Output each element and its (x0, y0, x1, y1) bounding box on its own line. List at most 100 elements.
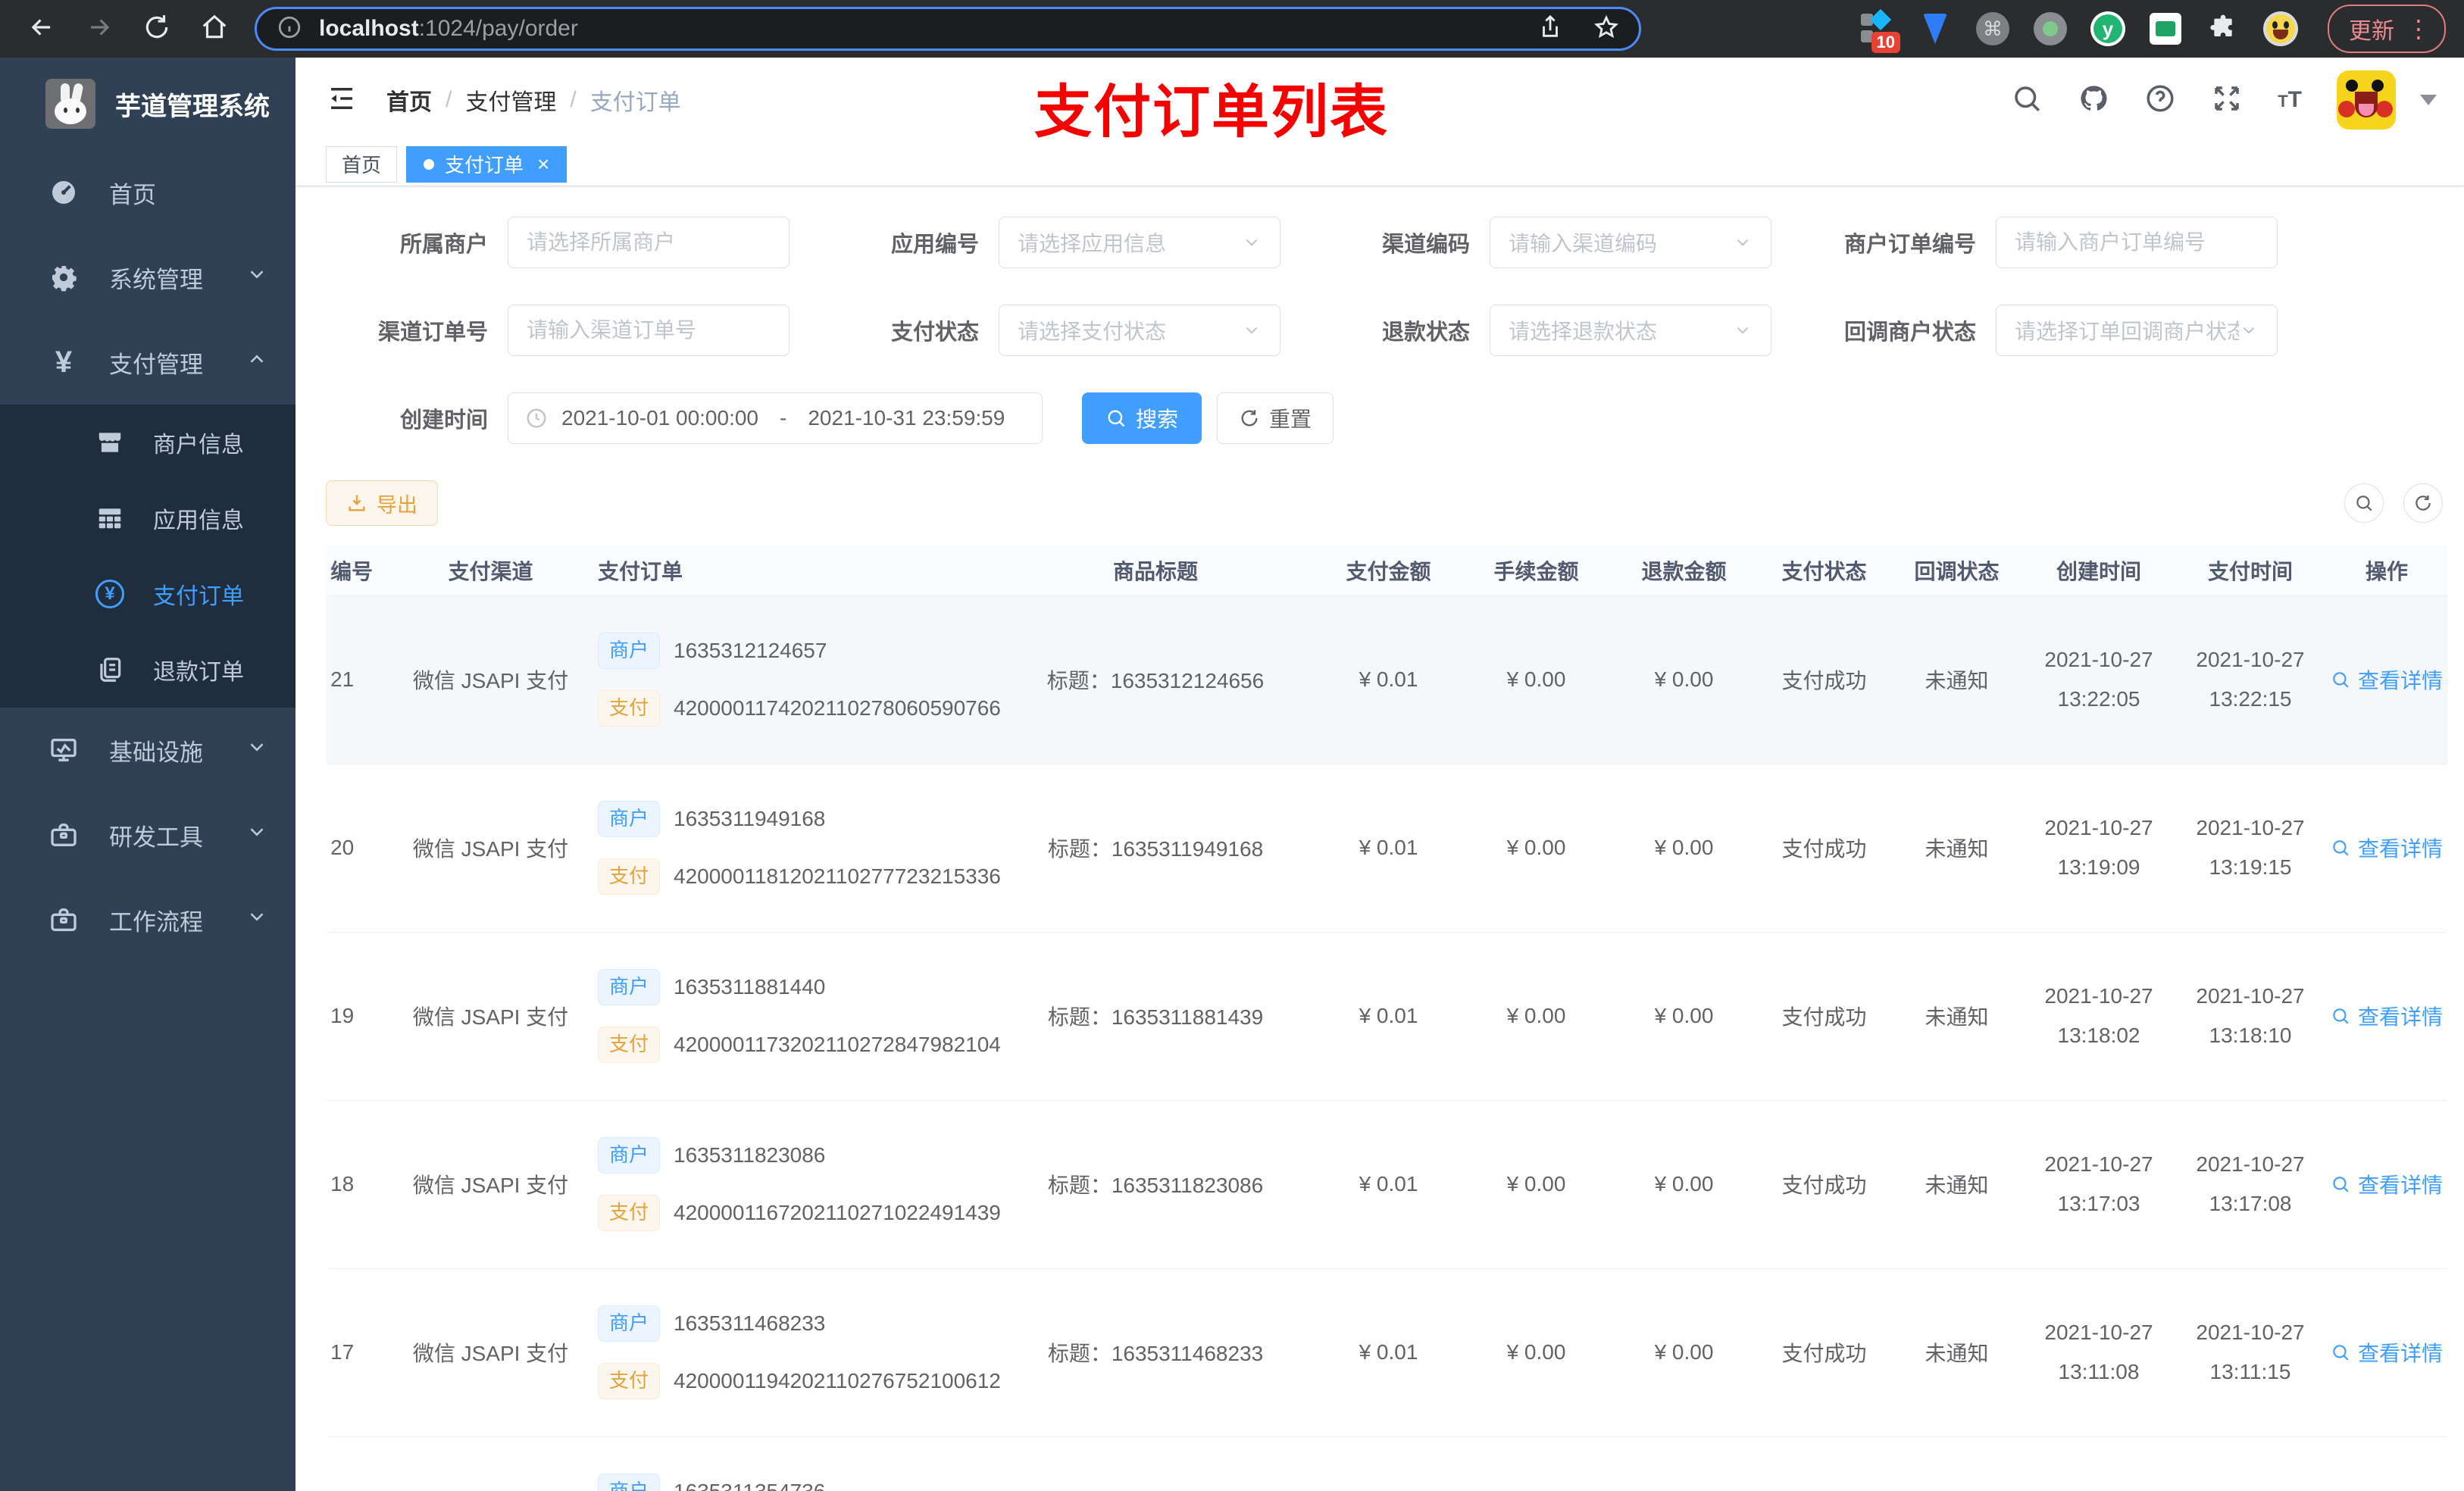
pay-tag: 支付 (598, 1363, 661, 1399)
cell-order: 商户 1635311468233 支付 4200001194202110276752… (572, 1268, 1001, 1437)
cell-refund: ¥ 0.00 (1610, 764, 1758, 933)
view-detail-link[interactable]: 查看详情 (2331, 1337, 2443, 1368)
create-time-range-input[interactable]: 2021-10-01 00:00:00 - 2021-10-31 23:59:5… (508, 392, 1043, 444)
sidebar-item-app-info[interactable]: 应用信息 (0, 480, 295, 556)
font-size-icon[interactable]: TT (2278, 87, 2302, 113)
view-detail-link[interactable]: 查看详情 (2331, 833, 2443, 863)
extension-tag-icon[interactable]: 10 (1859, 8, 1900, 53)
browser-nav-buttons (27, 13, 229, 45)
browser-menu-icon[interactable]: ⋮ (2406, 14, 2431, 43)
export-button[interactable]: 导出 (326, 480, 438, 526)
url-text: localhost:1024/pay/order (319, 16, 578, 41)
search-icon (2333, 840, 2349, 856)
pay-order-no: 4200001181202110277723215336 (674, 864, 1001, 888)
sidebar-item-label: 支付订单 (153, 584, 244, 609)
channel-order-no-label: 渠道订单号 (377, 320, 488, 345)
refresh-table-button[interactable] (2403, 483, 2443, 523)
callback-status-select[interactable]: 请选择订单回调商户状态 (1996, 305, 2278, 356)
col-id: 编号 (326, 545, 409, 596)
merchant-order-no: 1635311354736 (674, 1480, 825, 1491)
sidebar-logo[interactable]: 芋道管理系统 (0, 58, 295, 150)
channel-order-no-input[interactable] (508, 305, 790, 356)
search-button[interactable]: 搜索 (1082, 392, 1202, 444)
view-detail-link[interactable]: 查看详情 (2331, 664, 2443, 695)
breadcrumb-home[interactable]: 首页 (386, 83, 432, 117)
merchant-tag: 商户 (598, 969, 661, 1005)
home-icon[interactable] (200, 13, 229, 45)
site-info-icon[interactable] (277, 14, 302, 44)
merchant-order-no-label: 商户订单编号 (1843, 233, 1976, 257)
merchant-order-no-input[interactable] (1996, 217, 2278, 268)
channel-code-select[interactable]: 请输入渠道编码 (1490, 217, 1771, 268)
collapse-sidebar-icon[interactable] (326, 83, 358, 118)
back-icon[interactable] (27, 13, 56, 45)
cell-fee: ¥ 0.00 (1462, 764, 1610, 933)
extension-y-icon[interactable]: y (2090, 11, 2126, 47)
extension-record-icon[interactable] (2032, 11, 2068, 47)
cell-channel (409, 1436, 572, 1491)
extensions-puzzle-icon[interactable] (2205, 11, 2241, 47)
app-select[interactable]: 请选择应用信息 (999, 217, 1280, 268)
view-detail-link[interactable]: 查看详情 (2331, 1001, 2443, 1031)
search-icon[interactable] (2011, 83, 2043, 118)
cell-create-time: 2021-10-27 13:19:09 (2023, 764, 2175, 933)
extension-command-icon[interactable]: ⌘ (1975, 11, 2011, 47)
cell-id (326, 1436, 409, 1491)
cell-notify-status (1890, 1436, 2023, 1491)
github-icon[interactable] (2078, 83, 2109, 118)
forward-icon[interactable] (85, 13, 114, 45)
merchant-tag: 商户 (598, 633, 661, 669)
table-row-partial: 商户1635311354736 支付 (326, 1436, 2447, 1491)
toggle-search-button[interactable] (2344, 483, 2384, 523)
download-icon (349, 495, 365, 511)
cell-id: 17 (326, 1268, 409, 1437)
pay-submenu: 商户信息 应用信息 ¥ 支付订单 退款订单 (0, 405, 295, 708)
sidebar-item-workflow[interactable]: 工作流程 (0, 877, 295, 962)
reset-button[interactable]: 重置 (1217, 392, 1334, 444)
merchant-input[interactable] (508, 217, 790, 268)
cell-refund: ¥ 0.00 (1610, 595, 1758, 764)
browser-chrome: localhost:1024/pay/order 10 ⌘ y 更新 ⋮ (0, 0, 2464, 58)
sidebar-item-devtools[interactable]: 研发工具 (0, 792, 295, 877)
cell-refund: ¥ 0.00 (1610, 1268, 1758, 1437)
extension-kite-icon[interactable] (1917, 11, 1953, 47)
sidebar-item-pay-order[interactable]: ¥ 支付订单 (0, 556, 295, 632)
avatar[interactable] (2337, 70, 2396, 130)
cell-id: 19 (326, 932, 409, 1101)
pay-order-no: 4200001167202110271022491439 (674, 1201, 1001, 1224)
col-pay-status: 支付状态 (1758, 545, 1890, 596)
tab-pay-order[interactable]: 支付订单 × (406, 145, 568, 183)
refund-status-select[interactable]: 请选择退款状态 (1490, 305, 1771, 356)
sidebar-item-infra[interactable]: 基础设施 (0, 708, 295, 792)
sidebar-item-label: 商户信息 (153, 433, 244, 458)
bookmark-star-icon[interactable] (1593, 14, 1619, 44)
tab-home[interactable]: 首页 (326, 145, 398, 183)
cell-title: 标题：1635311881439 (996, 932, 1315, 1101)
table-header-row: 编号 支付渠道 支付订单 商品标题 支付金额 手续金额 退款金额 支付状态 回调… (326, 545, 2447, 596)
sidebar-item-pay[interactable]: ¥ 支付管理 (0, 320, 295, 405)
url-bar[interactable]: localhost:1024/pay/order (255, 7, 1641, 51)
cell-fee: ¥ 0.00 (1462, 932, 1610, 1101)
sidebar-item-merchant-info[interactable]: 商户信息 (0, 405, 295, 480)
coin-yen-icon: ¥ (94, 578, 126, 610)
extension-emoji-icon[interactable] (2262, 11, 2299, 47)
extension-chat-icon[interactable] (2147, 11, 2184, 47)
share-icon[interactable] (1537, 14, 1563, 44)
sidebar-item-system[interactable]: 系统管理 (0, 235, 295, 320)
pay-status-select[interactable]: 请选择支付状态 (999, 305, 1280, 356)
screen: localhost:1024/pay/order 10 ⌘ y 更新 ⋮ 芋道管… (0, 0, 2464, 1491)
sidebar-item-refund-order[interactable]: 退款订单 (0, 632, 295, 708)
search-icon (2333, 1345, 2349, 1361)
avatar-caret-icon[interactable] (2420, 95, 2437, 105)
close-tab-icon[interactable]: × (537, 153, 549, 175)
help-icon[interactable] (2144, 83, 2176, 118)
fullscreen-icon[interactable] (2211, 83, 2243, 118)
view-detail-link[interactable]: 查看详情 (2331, 1169, 2443, 1199)
cell-title: 标题：1635311468233 (996, 1268, 1315, 1437)
update-button[interactable]: 更新 ⋮ (2328, 5, 2446, 53)
breadcrumb-section[interactable]: 支付管理 (465, 83, 556, 117)
toolbox-icon (47, 818, 80, 852)
sidebar-item-home[interactable]: 首页 (0, 150, 295, 235)
reload-icon[interactable] (142, 13, 171, 45)
table-row: 21 微信 JSAPI 支付 商户 1635312124657 支付 4200001… (326, 595, 2447, 764)
